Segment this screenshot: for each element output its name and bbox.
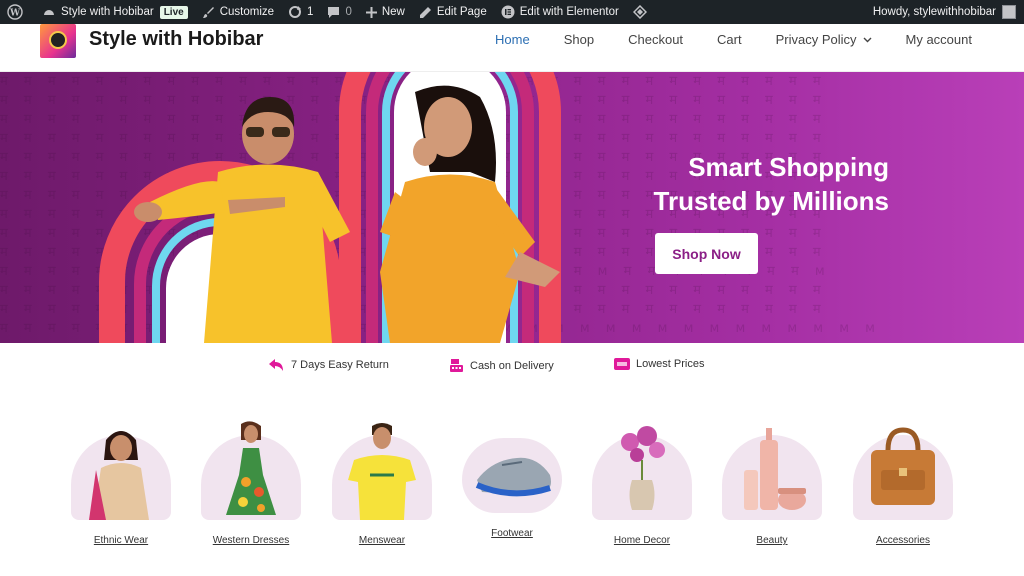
howdy-label: Howdy, stylewithhobibar	[872, 6, 996, 18]
return-icon	[269, 359, 283, 371]
shop-now-button[interactable]: Shop Now	[655, 233, 758, 274]
new-label: New	[381, 6, 405, 18]
svg-text:W: W	[9, 9, 21, 19]
feature-easy-return-label: 7 Days Easy Return	[291, 359, 389, 371]
feature-lowest-prices: Lowest Prices	[614, 358, 704, 370]
account-menu[interactable]: Howdy, stylewithhobibar	[873, 5, 1024, 19]
updates-icon	[289, 6, 302, 18]
category-label[interactable]: Ethnic Wear	[51, 535, 191, 546]
updates-count: 1	[307, 6, 314, 18]
brush-icon	[202, 6, 214, 18]
customize-label: Customize	[219, 6, 275, 18]
diamond-icon	[632, 5, 647, 19]
diamond-link[interactable]	[626, 0, 659, 24]
wordpress-logo-icon[interactable]: W	[0, 0, 35, 24]
hero-banner: म म म म म म म म म म म म म म म म म म म म …	[0, 72, 1024, 343]
admin-site-name[interactable]: Style with Hobibar Live	[35, 0, 195, 24]
live-badge: Live	[159, 5, 188, 19]
feature-cash-on-delivery-label: Cash on Delivery	[470, 359, 554, 372]
customize-link[interactable]: Customize	[195, 0, 281, 24]
dashboard-icon	[44, 10, 54, 15]
nav-privacy-policy[interactable]: Privacy Policy	[776, 32, 872, 47]
western-dresses-image	[226, 421, 276, 515]
nav-privacy-policy-label: Privacy Policy	[775, 32, 857, 47]
comment-icon	[328, 6, 340, 18]
new-link[interactable]: New	[359, 0, 412, 24]
nav-my-account[interactable]: My account	[906, 32, 972, 47]
ethnic-wear-image	[89, 431, 149, 520]
edit-page-label: Edit Page	[436, 6, 487, 18]
category-label[interactable]: Home Decor	[572, 535, 712, 546]
feature-lowest-prices-label: Lowest Prices	[636, 358, 705, 370]
plus-icon	[365, 6, 377, 18]
price-tag-icon	[614, 358, 630, 370]
nav-home[interactable]: Home	[495, 32, 530, 47]
menswear-image	[348, 423, 416, 520]
category-label[interactable]: Footwear	[442, 528, 582, 539]
nav-checkout[interactable]: Checkout	[628, 32, 683, 47]
nav-cart[interactable]: Cart	[717, 32, 742, 47]
category-label[interactable]: Menswear	[312, 535, 452, 546]
admin-site-name-label: Style with Hobibar	[61, 6, 154, 18]
edit-page-link[interactable]: Edit Page	[412, 0, 494, 24]
avatar	[1002, 5, 1016, 19]
feature-easy-return: 7 Days Easy Return	[268, 358, 389, 372]
category-label[interactable]: Accessories	[833, 535, 973, 546]
nav-shop[interactable]: Shop	[564, 32, 594, 47]
admin-bar: W Style with Hobibar Live Customize 1 0 …	[0, 0, 1024, 24]
main-nav: Home Shop Checkout Cart Privacy Policy M…	[461, 32, 972, 47]
site-title[interactable]: Style with Hobibar	[89, 28, 263, 51]
chevron-down-icon	[863, 37, 872, 42]
site-logo[interactable]	[40, 24, 76, 58]
category-label[interactable]: Beauty	[702, 535, 842, 546]
pencil-icon	[419, 6, 431, 18]
cash-register-icon	[450, 359, 463, 372]
elementor-icon	[501, 5, 515, 19]
feature-cash-on-delivery: Cash on Delivery	[449, 358, 554, 373]
home-decor-image	[621, 426, 665, 510]
comments-count: 0	[345, 6, 352, 18]
edit-elementor-label: Edit with Elementor	[519, 6, 619, 18]
accessories-image	[871, 427, 935, 505]
edit-elementor-link[interactable]: Edit with Elementor	[494, 0, 626, 24]
footwear-image	[475, 457, 551, 497]
site-header: Style with Hobibar Home Shop Checkout Ca…	[0, 24, 1024, 72]
hero-headline-line1: Smart Shopping	[688, 152, 889, 182]
hero-headline-line2: Trusted by Millions	[653, 186, 889, 216]
category-label[interactable]: Western Dresses	[181, 535, 321, 546]
beauty-image	[744, 428, 806, 510]
comments-link[interactable]: 0	[320, 0, 358, 24]
updates-link[interactable]: 1	[281, 0, 320, 24]
hero-headline: Smart Shopping Trusted by Millions	[654, 150, 889, 218]
